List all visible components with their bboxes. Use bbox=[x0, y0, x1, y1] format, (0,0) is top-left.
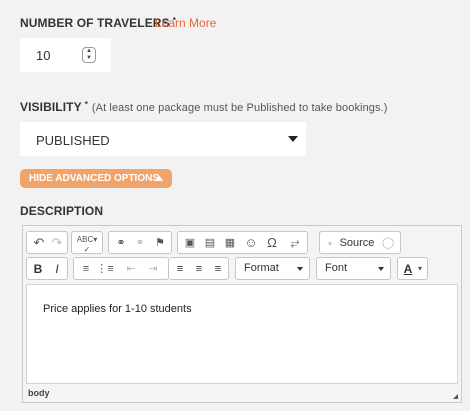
bulleted-list-icon[interactable]: ⋮≡ bbox=[96, 261, 114, 277]
toolbar-group-basic-styles: B I bbox=[26, 257, 68, 280]
undo-icon[interactable]: ↶ bbox=[31, 235, 47, 251]
format-dropdown-caret bbox=[236, 258, 309, 279]
maximize-icon[interactable]: ⥂ bbox=[286, 235, 304, 251]
travelers-label-text: NUMBER OF TRAVELERS bbox=[20, 16, 170, 30]
toolbar-group-spell: ABC▾ ✓ bbox=[71, 231, 103, 254]
chevron-down-icon bbox=[297, 267, 303, 271]
special-character-icon[interactable]: Ω bbox=[263, 235, 281, 251]
source-button[interactable]: Source bbox=[339, 235, 375, 251]
image-icon[interactable]: ▣ bbox=[181, 235, 199, 251]
resize-handle-icon[interactable] bbox=[453, 394, 458, 399]
learn-more-link[interactable]: Learn More bbox=[155, 16, 216, 30]
travelers-number-input[interactable]: 10 ▲ ▼ bbox=[20, 38, 111, 72]
align-center-icon[interactable]: ≡ bbox=[190, 261, 208, 277]
redo-icon[interactable]: ↷ bbox=[49, 235, 65, 251]
templates-icon[interactable]: ◯ bbox=[380, 235, 396, 251]
editor-content-area[interactable]: Price applies for 1-10 students bbox=[26, 284, 458, 384]
element-path[interactable]: body bbox=[28, 388, 50, 398]
unlink-icon[interactable]: ⚭ bbox=[131, 235, 149, 251]
travelers-value: 10 bbox=[36, 48, 51, 63]
align-right-icon[interactable]: ≡ bbox=[209, 261, 227, 277]
link-icon[interactable]: ⚭ bbox=[112, 235, 130, 251]
hide-advanced-options-button[interactable]: HIDE ADVANCED OPTIONS bbox=[20, 169, 172, 188]
travelers-label: NUMBER OF TRAVELERS * bbox=[20, 16, 176, 30]
source-icon[interactable]: ▫ bbox=[323, 235, 337, 251]
visibility-selected-value: PUBLISHED bbox=[36, 133, 110, 148]
chevron-down-icon: ▾ bbox=[417, 264, 422, 273]
italic-icon[interactable]: I bbox=[49, 261, 65, 277]
caret-down-icon bbox=[288, 136, 298, 142]
spellcheck-icon[interactable]: ABC▾ ✓ bbox=[75, 235, 99, 254]
required-mark: * bbox=[84, 100, 88, 109]
toolbar-group-align: ≡ ≡ ≡ bbox=[169, 257, 229, 280]
toolbar-group-insert: ▣ ▤ ▦ ☺ Ω ⥂ bbox=[177, 231, 308, 254]
text-color-button[interactable]: A ▾ bbox=[397, 257, 428, 280]
visibility-label-text: VISIBILITY bbox=[20, 100, 82, 114]
anchor-flag-icon[interactable]: ⚑ bbox=[151, 235, 169, 251]
bold-icon[interactable]: B bbox=[30, 261, 46, 277]
align-left-icon[interactable]: ≡ bbox=[171, 261, 189, 277]
smiley-icon[interactable]: ☺ bbox=[242, 235, 260, 251]
visibility-select[interactable]: PUBLISHED bbox=[20, 122, 306, 156]
chevron-down-icon bbox=[378, 267, 384, 271]
rich-text-editor: ↶ ↷ ABC▾ ✓ ⚭ ⚭ ⚑ ▣ ▤ ▦ ☺ Ω ⥂ ▫ Source ◯ B… bbox=[22, 225, 462, 403]
number-spinner[interactable]: ▲ ▼ bbox=[82, 47, 96, 63]
outdent-icon[interactable]: ⇤ bbox=[122, 261, 140, 277]
caret-up-icon bbox=[155, 175, 163, 181]
toolbar-group-history: ↶ ↷ bbox=[26, 231, 68, 254]
format-dropdown[interactable]: Format bbox=[235, 257, 310, 280]
description-label: DESCRIPTION bbox=[20, 204, 104, 218]
toolbar-group-source: ▫ Source ◯ bbox=[319, 231, 401, 254]
spin-up-icon[interactable]: ▲ bbox=[83, 48, 95, 55]
advanced-toggle-label: HIDE ADVANCED OPTIONS bbox=[29, 173, 160, 184]
toolbar-group-lists: ≡ ⋮≡ ⇤ ⇥ bbox=[73, 257, 169, 280]
font-dropdown-caret bbox=[317, 258, 390, 279]
description-text: Price applies for 1-10 students bbox=[43, 303, 192, 315]
font-dropdown[interactable]: Font bbox=[316, 257, 391, 280]
table-icon[interactable]: ▦ bbox=[221, 235, 239, 251]
visibility-label: VISIBILITY * (At least one package must be… bbox=[20, 100, 388, 114]
embed-media-icon[interactable]: ▤ bbox=[201, 235, 219, 251]
indent-icon[interactable]: ⇥ bbox=[144, 261, 162, 277]
toolbar-group-links: ⚭ ⚭ ⚑ bbox=[108, 231, 172, 254]
spin-down-icon[interactable]: ▼ bbox=[83, 55, 95, 62]
text-color-icon: A bbox=[403, 262, 413, 276]
numbered-list-icon[interactable]: ≡ bbox=[77, 261, 95, 277]
visibility-hint: (At least one package must be Published … bbox=[91, 102, 388, 114]
